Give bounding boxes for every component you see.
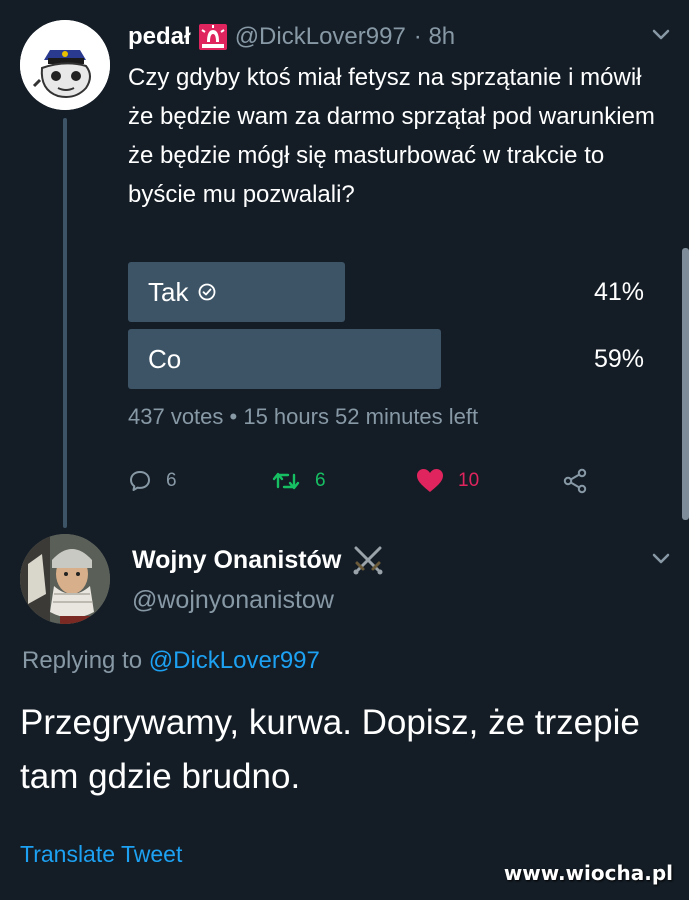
avatar[interactable] — [20, 20, 110, 110]
thread-connector-line — [63, 118, 67, 528]
poll-percent: 59% — [593, 344, 644, 373]
share-icon — [563, 468, 587, 494]
cartoon-avatar-icon — [20, 20, 110, 110]
replying-mention-link[interactable]: @DickLover997 — [149, 647, 320, 674]
reply-header: Wojny Onanistów — [132, 543, 385, 577]
translate-tweet-link[interactable]: Translate Tweet — [20, 841, 182, 868]
reply-author-handle[interactable]: @wojnyonanistow — [132, 586, 334, 615]
author-name[interactable]: pedał — [128, 23, 191, 51]
poll-meta: 437 votes • 15 hours 52 minutes left — [128, 404, 479, 429]
reply-author-name[interactable]: Wojny Onanistów — [132, 546, 341, 575]
poll-option: Co 59% — [128, 329, 658, 389]
tweet-thread-screen: pedał @DickLover997 · 8h Czy gdyby ktoś … — [0, 0, 689, 900]
tweet-actions: 6 6 10 — [128, 462, 608, 500]
reply-icon — [130, 471, 150, 491]
poll-option-label-wrap: Co — [148, 329, 181, 389]
reply-text: Przegrywamy, kurwa. Dopisz, że trzepie t… — [20, 703, 640, 796]
tweet-text: Czy gdyby ktoś miał fetysz na sprzątanie… — [128, 64, 655, 208]
retweet-count: 6 — [315, 470, 326, 491]
poll-option: Tak 41% — [128, 262, 658, 322]
like-count: 10 — [458, 470, 480, 491]
replying-prefix: Replying to — [22, 647, 143, 674]
knight-avatar-icon — [20, 534, 110, 624]
share-button[interactable] — [562, 462, 588, 500]
retweet-icon — [272, 472, 300, 490]
replying-to: Replying to @DickLover997 — [22, 647, 320, 675]
watermark: www.wiocha.pl — [503, 861, 673, 885]
heart-icon — [417, 469, 443, 492]
siren-emoji-icon — [198, 24, 227, 50]
reply-avatar[interactable] — [20, 534, 110, 624]
poll-option-label-wrap: Tak — [148, 262, 216, 322]
author-handle[interactable]: @DickLover997 — [235, 23, 406, 51]
tweet-time: · 8h — [413, 23, 456, 50]
retweet-button[interactable]: 6 — [271, 462, 326, 500]
tweet-header: pedał @DickLover997 · 8h — [128, 20, 455, 54]
poll-option-label: Tak — [148, 276, 189, 307]
chevron-down-icon[interactable] — [651, 552, 671, 566]
crossed-swords-icon — [353, 546, 383, 575]
scrollbar[interactable] — [682, 248, 689, 520]
poll-percent: 41% — [593, 277, 644, 306]
reply-button[interactable]: 6 — [128, 462, 177, 500]
check-circle-icon — [199, 283, 216, 301]
reply-count: 6 — [166, 470, 177, 491]
poll-option-label: Co — [148, 343, 182, 374]
chevron-down-icon[interactable] — [651, 28, 671, 42]
like-button[interactable]: 10 — [416, 462, 479, 500]
